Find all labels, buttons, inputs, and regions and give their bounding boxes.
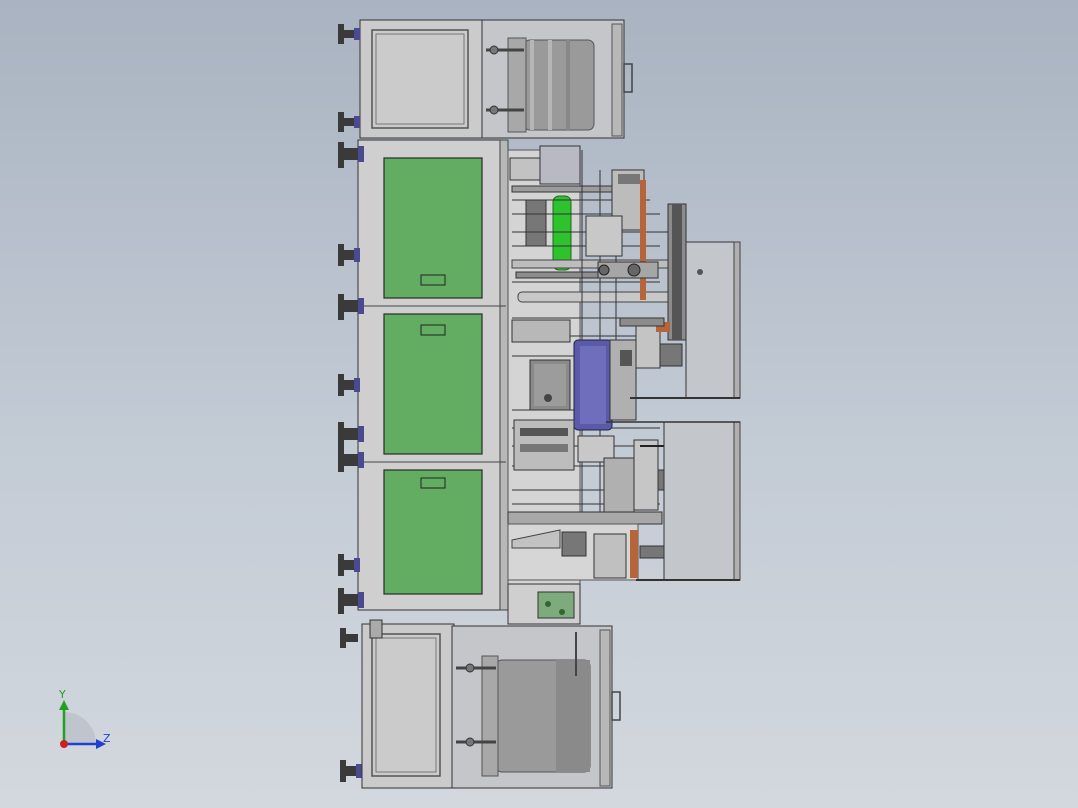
foot (338, 112, 360, 132)
foot (338, 374, 360, 396)
right-enclosure-upper (685, 241, 741, 399)
machine-assembly-drawing: Y Z (58, 19, 741, 789)
cabinet-panel-bottom (383, 469, 483, 595)
x-axis-icon (60, 740, 68, 748)
top-roll (523, 39, 595, 131)
foot (338, 554, 360, 576)
coordinate-triad: Y Z (58, 688, 111, 749)
foot (338, 24, 360, 44)
top-handle (623, 63, 633, 93)
bottom-handle (611, 691, 621, 721)
main-cabinet (357, 139, 509, 611)
foot (340, 628, 358, 648)
bottom-unwinder-unit (361, 619, 621, 789)
foot (340, 760, 362, 782)
right-enclosure-lower (663, 421, 741, 581)
foot (338, 244, 360, 266)
cabinet-panel-top (383, 157, 483, 299)
cad-viewport[interactable]: Y Z (0, 0, 1078, 808)
triad-z-label: Z (103, 732, 111, 745)
green-cylinder (552, 195, 572, 271)
triad-y-label: Y (58, 688, 66, 701)
top-unwinder-unit (359, 19, 633, 139)
